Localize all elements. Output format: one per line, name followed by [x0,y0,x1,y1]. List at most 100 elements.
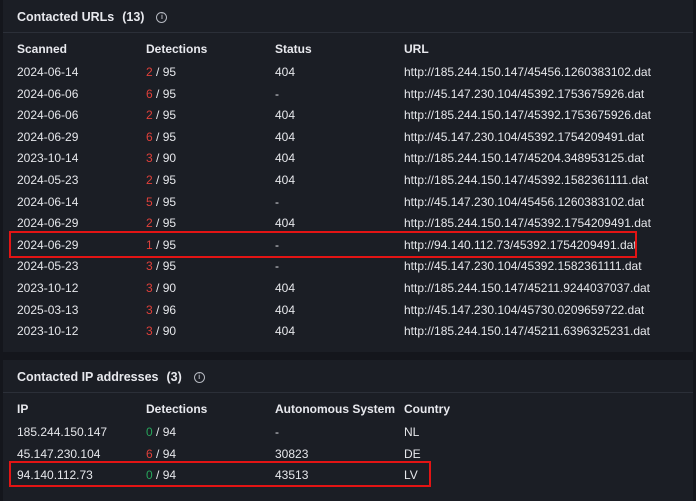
detection-count: 6 [146,446,153,461]
table-row[interactable]: 94.140.112.73 0 / 94 43513 LV [3,465,693,485]
detections-cell: 3 / 95 [146,259,176,273]
detection-total: / 94 [156,468,177,483]
scanned-date: 2024-05-23 [17,173,79,187]
table-row[interactable]: 2024-06-14 5 / 95 - http://45.147.230.104/4… [3,192,693,212]
detections-cell: 2 / 95 [146,216,176,230]
url-link[interactable]: http://185.244.150.147/45392.1582361111.… [404,173,648,187]
detection-count: 0 [146,425,153,439]
detection-total: / 90 [156,151,177,166]
url-link[interactable]: http://94.140.112.73/45392.1754209491.da… [404,238,637,252]
detections-cell: 2 / 95 [146,173,176,187]
status-code: 404 [275,216,296,231]
table-row[interactable]: 2024-06-06 2 / 95 404 http://185.244.150.14… [3,105,693,125]
detection-total: / 95 [156,216,177,231]
detection-count: 3 [146,259,153,274]
detection-count: 3 [146,151,153,166]
detection-count: 6 [146,86,153,101]
detection-total: / 95 [156,129,177,144]
detections-cell: 6 / 95 [146,130,176,144]
status-code: - [275,86,279,101]
detection-count: 6 [146,129,153,144]
info-circle-icon[interactable]: i [193,371,205,383]
table-row[interactable]: 2024-05-23 3 / 95 - http://45.147.230.104/4… [3,256,693,276]
section-count: (3) [166,370,182,384]
scanned-date: 2023-10-12 [17,324,79,339]
asn-value: - [275,425,279,439]
column-header-detections[interactable]: Detections [146,402,207,416]
url-link[interactable]: http://185.244.150.147/45392.1753675926.… [404,108,651,122]
info-circle-icon[interactable]: i [156,11,168,23]
table-row[interactable]: 2024-06-29 1 / 95 - http://94.140.112.73/45… [3,235,693,255]
scanned-date: 2024-06-14 [17,194,79,209]
table-row[interactable]: 2024-06-29 2 / 95 404 http://185.244.150.14… [3,213,693,233]
status-code: 404 [275,324,296,339]
detection-count: 2 [146,173,153,187]
scanned-date: 2024-06-29 [17,216,79,231]
scanned-date: 2024-05-23 [17,259,79,274]
table-row[interactable]: 185.244.150.147 0 / 94 - NL [3,422,693,442]
detection-count: 3 [146,281,153,295]
url-link[interactable]: http://45.147.230.104/45730.0209659722.d… [404,303,644,317]
detections-cell: 6 / 94 [146,447,176,461]
detection-count: 3 [146,302,153,317]
country-code: LV [404,468,418,483]
country-code: NL [404,425,420,439]
detection-total: / 96 [156,302,177,317]
url-link[interactable]: http://185.244.150.147/45211.9244037037.… [404,281,650,295]
url-link[interactable]: http://45.147.230.104/45392.1582361111.d… [404,259,642,273]
table-row[interactable]: 2024-06-14 2 / 95 404 http://185.244.150.14… [3,62,693,82]
detection-total: / 95 [156,65,177,79]
detection-count: 5 [146,194,153,209]
scanned-date: 2024-06-14 [17,65,79,79]
detection-count: 2 [146,108,153,123]
url-link[interactable]: http://185.244.150.147/45204.348953125.d… [404,151,644,165]
detection-count: 2 [146,216,153,231]
scanned-date: 2024-06-06 [17,86,79,101]
ip-link[interactable]: 185.244.150.147 [17,425,107,439]
table-row[interactable]: 45.147.230.104 6 / 94 30823 DE [3,444,693,464]
table-row[interactable]: 2024-06-29 6 / 95 404 http://45.147.230.104… [3,127,693,147]
column-header-detections[interactable]: Detections [146,42,207,56]
column-header-status[interactable]: Status [275,42,312,56]
detection-count: 2 [146,65,153,79]
ip-link[interactable]: 94.140.112.73 [17,468,93,482]
section-divider [3,32,693,33]
table-row[interactable]: 2023-10-12 3 / 90 404 http://185.244.150.14… [3,321,693,341]
table-row[interactable]: 2023-10-14 3 / 90 404 http://185.244.150.14… [3,148,693,168]
asn-value: 43513 [275,468,309,483]
table-row[interactable]: 2024-05-23 2 / 95 404 http://185.244.150.14… [3,170,693,190]
table-row[interactable]: 2025-03-13 3 / 96 404 http://45.147.230.104… [3,300,693,320]
url-link[interactable]: http://45.147.230.104/45456.1260383102.d… [404,195,644,209]
status-code: - [275,259,279,274]
section-count: (13) [122,10,145,24]
status-code: 404 [275,108,296,123]
asn-value: 30823 [275,446,309,461]
column-header-scanned[interactable]: Scanned [17,42,67,56]
status-code: - [275,237,279,252]
url-link[interactable]: http://45.147.230.104/45392.1754209491.d… [404,130,644,144]
url-link[interactable]: http://185.244.150.147/45211.6396325231.… [404,324,650,338]
table-row[interactable]: 2024-06-06 6 / 95 - http://45.147.230.104/4… [3,84,693,104]
scanned-date: 2023-10-12 [17,281,79,295]
detections-cell: 6 / 95 [146,87,176,101]
column-header-country[interactable]: Country [404,402,450,416]
column-header-ip[interactable]: IP [17,402,28,416]
detection-total: / 90 [156,324,177,339]
column-header-url[interactable]: URL [404,42,429,56]
detections-cell: 0 / 94 [146,468,176,482]
detections-cell: 2 / 95 [146,108,176,122]
table-row[interactable]: 2023-10-12 3 / 90 404 http://185.244.150.14… [3,278,693,298]
url-link[interactable]: http://185.244.150.147/45392.1754209491.… [404,216,651,230]
detections-cell: 0 / 94 [146,425,176,439]
contacted-ips-panel: Contacted IP addresses (3) i IP Detectio… [3,360,693,501]
detections-cell: 5 / 95 [146,195,176,209]
detection-total: / 94 [156,446,177,461]
detection-total: / 95 [156,194,177,209]
status-code: 404 [275,151,296,166]
url-link[interactable]: http://185.244.150.147/45456.1260383102.… [404,65,651,79]
url-link[interactable]: http://45.147.230.104/45392.1753675926.d… [404,87,644,101]
contacted-urls-title: Contacted URLs (13) i [17,10,168,24]
ip-link[interactable]: 45.147.230.104 [17,447,100,461]
column-header-autonomous-system[interactable]: Autonomous System [275,402,395,416]
scanned-date: 2024-06-29 [17,129,79,144]
